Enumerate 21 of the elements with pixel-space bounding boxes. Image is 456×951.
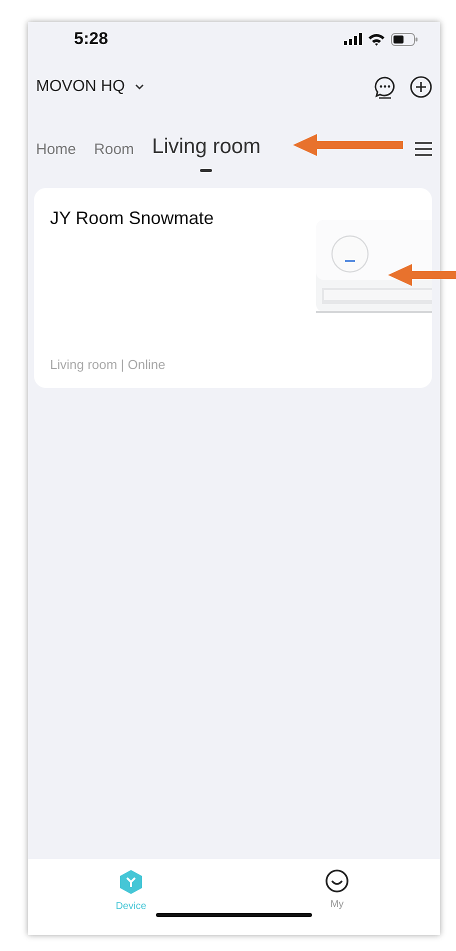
add-icon[interactable]	[410, 76, 432, 98]
arrow-icon	[293, 133, 403, 157]
room-tab[interactable]: Home	[36, 141, 76, 172]
signal-icon	[344, 33, 362, 45]
smiley-icon	[325, 869, 349, 893]
home-name[interactable]: MOVON HQ	[36, 78, 125, 96]
arrow-icon	[388, 263, 456, 287]
device-name: JY Room Snowmate	[50, 208, 215, 229]
battery-icon	[391, 32, 418, 46]
nav-tab[interactable]: Device	[28, 869, 234, 935]
chevron-down-icon[interactable]	[134, 84, 144, 90]
status-time: 5:28	[74, 29, 108, 49]
wifi-icon	[368, 32, 385, 46]
hexagon-icon	[119, 869, 143, 895]
nav-tab[interactable]: My	[234, 869, 440, 935]
device-card[interactable]: JY Room Snowmate Living room | Online	[34, 188, 432, 388]
device-status: Living room | Online	[50, 357, 166, 372]
menu-icon[interactable]	[415, 142, 432, 156]
room-tab[interactable]: Living room	[152, 134, 261, 172]
message-icon[interactable]	[374, 76, 396, 98]
room-tab[interactable]: Room	[94, 141, 134, 172]
